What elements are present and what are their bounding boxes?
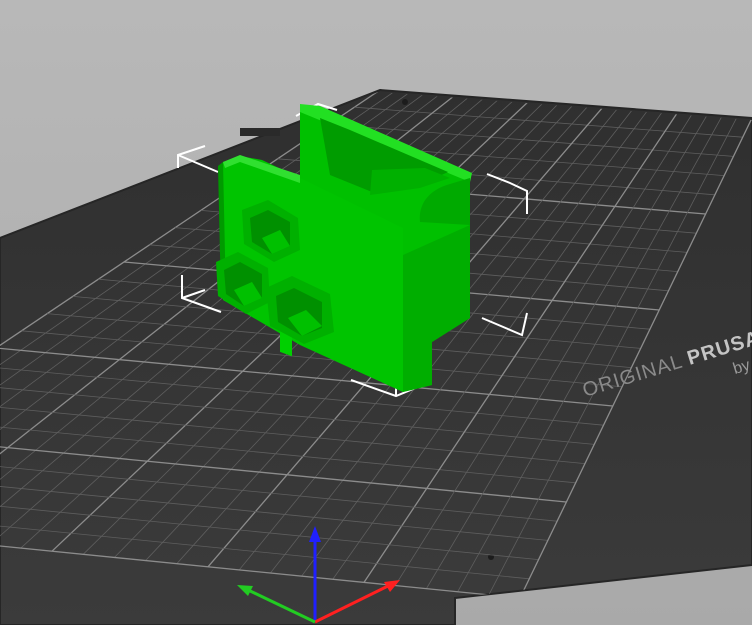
- bed-mount-hole: [402, 99, 408, 105]
- bed-pad: [240, 128, 280, 136]
- scene-canvas[interactable]: ORIGINAL PRUSAM by: [0, 0, 752, 625]
- 3d-viewport[interactable]: ORIGINAL PRUSAM by: [0, 0, 752, 625]
